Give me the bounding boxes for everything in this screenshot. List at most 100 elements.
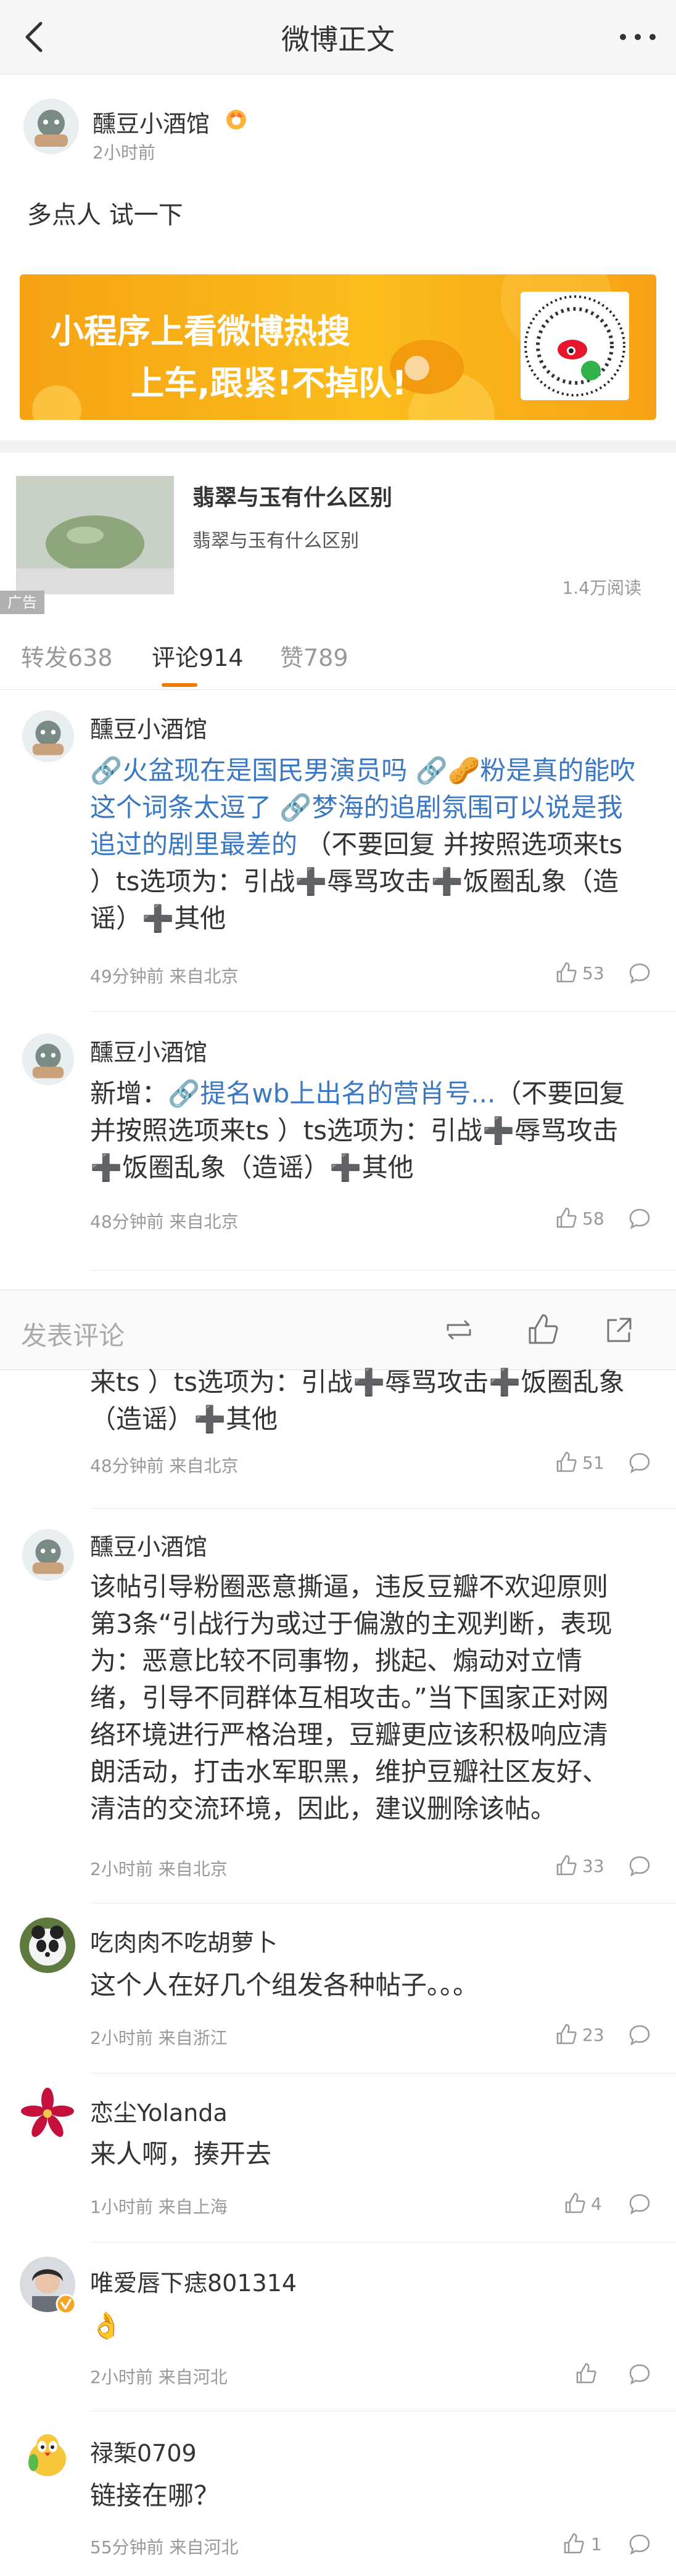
reply-icon[interactable] (628, 2024, 651, 2047)
link-icon: 🔗 (279, 792, 312, 822)
bottom-action-bar: 发表评论 (0, 1290, 676, 1370)
link-icon: 🔗 (168, 1078, 200, 1109)
comment-text-line: ）ts选项为：引战➕辱骂攻击➕饭圈乱象（造 (90, 866, 619, 896)
repost-icon[interactable] (440, 1311, 477, 1348)
thumbs-up-icon[interactable] (554, 2022, 579, 2047)
tab-bar: 转发638 评论914 赞789 (0, 617, 676, 690)
comment-avatar[interactable] (22, 1033, 74, 1085)
tab-reposts[interactable]: 转发638 (21, 639, 113, 673)
section-separator (0, 440, 676, 453)
comment-meta: 1小时前 来自上海 (90, 2197, 228, 2217)
comment-text-segment: （不要回复 并按照选项来ts (305, 829, 623, 859)
comment-author[interactable]: 醺豆小酒馆 (90, 1528, 207, 1562)
comment-text: 链接在哪？ (90, 2480, 220, 2511)
share-icon[interactable] (601, 1311, 638, 1348)
ad-title[interactable]: 翡翠与玉有什么区别 (192, 480, 392, 512)
verified-badge-icon (56, 2294, 76, 2315)
comment-meta: 2小时前 来自北京 (90, 1859, 228, 1879)
comment-link[interactable]: 提名wb上出名的营肖号... (200, 1078, 495, 1109)
comment-meta: 48分钟前 来自北京 (90, 1212, 239, 1232)
mini-program-banner[interactable]: 小程序上看微博热搜 上车,跟紧!不掉队! (20, 274, 656, 420)
comment-text: 新增：🔗提名wb上出名的营肖号...（不要回复 并按照选项来ts ）ts选项为：… (90, 1075, 657, 1186)
comment-meta: 55分钟前 来自河北 (90, 2537, 239, 2558)
comment-divider (90, 2073, 676, 2074)
reply-icon[interactable] (628, 2363, 651, 2386)
ad-subtitle: 翡翠与玉有什么区别 (192, 530, 359, 552)
like-count: 1 (591, 2534, 602, 2554)
ad-badge: 广告 (0, 591, 44, 614)
comment-link[interactable]: 粉是真的能吹 (480, 755, 635, 786)
thumbs-up-icon[interactable] (563, 2191, 587, 2216)
comment-text-line: 清洁的交流环境，因此，建议删除该帖。 (90, 1794, 557, 1824)
comment-author[interactable]: 禄椠0709 (90, 2434, 197, 2468)
like-count: 51 (582, 1453, 604, 1473)
banner-subline: 上车,跟紧!不掉队! (131, 364, 407, 403)
page-title: 微博正文 (281, 23, 395, 56)
comment-divider (90, 1011, 676, 1012)
thumbs-up-icon[interactable] (554, 961, 579, 985)
reply-icon[interactable] (628, 962, 651, 985)
comment-text: 🔗火盆现在是国民男演员吗 🔗🥜粉是真的能吹 这个词条太逗了 🔗梦海的追剧氛围可以… (90, 752, 657, 937)
qr-code (521, 292, 629, 400)
comment-link[interactable]: 梦海的追剧氛围可以说是我 (312, 792, 623, 822)
comment-link[interactable]: 追过的剧里最差的 (90, 829, 297, 859)
post-time: 2小时前 (93, 142, 155, 163)
comment-text: 来人啊，揍开去 (90, 2139, 272, 2169)
comment-text: 👌 (90, 2310, 123, 2340)
reply-icon[interactable] (628, 1451, 651, 1475)
reply-icon[interactable] (628, 1207, 651, 1231)
more-options-icon[interactable] (613, 18, 662, 55)
reply-icon[interactable] (628, 1855, 651, 1878)
comment-text: 该帖引导粉圈恶意撕逼，违反豆瓣不欢迎原则 第3条“引战行为或过于偏激的主观判断，… (90, 1569, 664, 1827)
comment-author[interactable]: 唯爱唇下痣801314 (90, 2264, 297, 2298)
comment-author[interactable]: 吃肉肉不吃胡萝卜 (90, 1924, 278, 1958)
comment-author[interactable]: 醺豆小酒馆 (90, 710, 207, 744)
reply-icon[interactable] (628, 2533, 651, 2556)
comment-text-line: 来ts ）ts选项为：引战➕辱骂攻击➕饭圈乱象 (90, 1367, 625, 1397)
thumbs-up-icon[interactable] (574, 2361, 598, 2386)
like-count: 33 (582, 1856, 604, 1876)
like-count: 58 (582, 1208, 604, 1229)
ad-image[interactable] (16, 476, 174, 594)
comment-text-line: 为：恶意比较不同事物，挑起、煽动对立情 (90, 1646, 583, 1676)
comment-author[interactable]: 醺豆小酒馆 (90, 1033, 207, 1067)
tab-likes[interactable]: 赞789 (280, 639, 348, 673)
comment-link[interactable]: 火盆现在是国民男演员吗 (122, 755, 407, 786)
comment-text-line: （造谣）➕其他 (90, 1404, 278, 1434)
thumbs-up-icon[interactable] (554, 1853, 579, 1878)
thumbs-up-icon[interactable] (561, 2532, 586, 2556)
comment-text-segment: 新增： (90, 1078, 168, 1109)
comment-avatar[interactable] (20, 2086, 75, 2142)
thumbs-up-icon[interactable] (554, 1450, 579, 1475)
comment-author[interactable]: 恋尘Yolanda (90, 2094, 228, 2128)
comment-text-line: 绪，引导不同群体互相攻击。”当下国家正对网 (90, 1683, 609, 1713)
comment-divider (90, 1508, 676, 1509)
comment-avatar[interactable] (22, 710, 74, 762)
comment-text-line: 第3条“引战行为或过于偏激的主观判断，表现 (90, 1609, 612, 1639)
comment-avatar[interactable] (22, 1529, 74, 1581)
top-nav-bar: 微博正文 (0, 0, 676, 75)
comment-text-line: ➕饭圈乱象（造谣）➕其他 (90, 1152, 414, 1183)
ad-read-count: 1.4万阅读 (562, 578, 641, 598)
post-author-avatar[interactable] (23, 99, 79, 154)
comment-input[interactable]: 发表评论 (21, 1315, 125, 1353)
link-icon: 🔗🥜 (415, 755, 480, 786)
comment-avatar[interactable] (20, 2427, 75, 2482)
like-icon[interactable] (524, 1311, 561, 1348)
comment-meta: 49分钟前 来自北京 (90, 966, 239, 987)
comment-avatar[interactable] (20, 1918, 75, 1973)
reply-icon[interactable] (628, 2192, 651, 2216)
comment-meta: 48分钟前 来自北京 (90, 1456, 239, 1476)
comment-text-line: 络环境进行严格治理，豆瓣更应该积极响应清 (90, 1720, 609, 1750)
comment-divider (90, 1270, 676, 1271)
vip-badge-icon (223, 106, 249, 132)
post-author-name[interactable]: 醺豆小酒馆 (93, 105, 210, 139)
comment-link[interactable]: 这个词条太逗了 (90, 792, 271, 822)
comment-text-segment: （不要回复 (495, 1078, 625, 1109)
tab-comments[interactable]: 评论914 (152, 639, 244, 673)
banner-headline: 小程序上看微博热搜 (51, 312, 350, 351)
active-tab-indicator (162, 683, 197, 687)
thumbs-up-icon[interactable] (554, 1206, 579, 1231)
like-count: 4 (591, 2194, 602, 2214)
comment-text-line: 朗活动，打击水军职黑，维护豆瓣社区友好、 (90, 1757, 609, 1787)
